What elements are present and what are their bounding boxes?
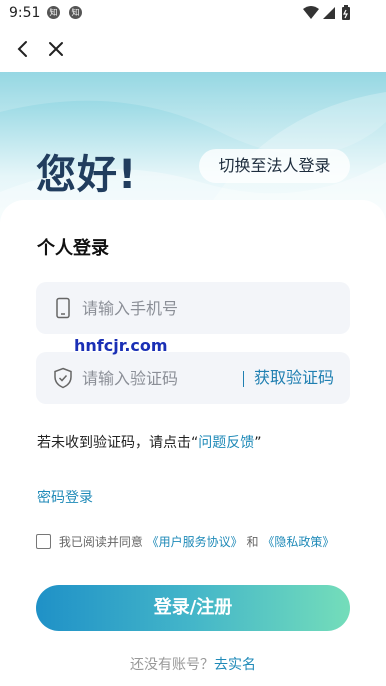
close-button[interactable]	[44, 37, 68, 61]
watermark: hnfcjr.com	[74, 336, 168, 355]
status-bar: 9:51 知 知	[0, 0, 386, 26]
notification-icon: 知	[69, 6, 82, 19]
code-field: 获取验证码	[36, 352, 350, 404]
privacy-policy-link[interactable]: 《隐私政策》	[262, 535, 334, 549]
code-input[interactable]	[80, 352, 262, 404]
phone-field	[36, 282, 350, 334]
register-prompt: 还没有账号？	[130, 657, 214, 673]
hint-suffix: ”	[254, 435, 262, 451]
notification-icon: 知	[47, 6, 60, 19]
get-code-button[interactable]: 获取验证码	[242, 352, 334, 404]
divider	[242, 370, 244, 387]
phone-input[interactable]	[80, 282, 262, 334]
agreement-row: 我已阅读并同意 《用户服务协议》 和 《隐私政策》	[36, 533, 334, 550]
status-icons	[302, 5, 356, 25]
close-icon	[49, 42, 63, 56]
wifi-icon	[303, 5, 350, 20]
verify-identity-link[interactable]: 去实名	[214, 657, 256, 673]
register-row: 还没有账号？去实名	[0, 654, 386, 674]
feedback-link[interactable]: 问题反馈	[198, 435, 254, 451]
hint-text: 若未收到验证码，请点击“	[37, 435, 199, 451]
agree-text: 我已阅读并同意	[58, 535, 143, 549]
agree-checkbox[interactable]	[36, 534, 51, 549]
shield-check-icon	[54, 367, 72, 389]
greeting-title: 您好!	[36, 152, 138, 198]
login-card: 个人登录 获取验证码 hnfcjr.com 若未收到验证码，请点击“问题反馈” …	[0, 200, 386, 686]
and-text: 和	[246, 535, 259, 549]
phone-icon	[56, 297, 70, 319]
nav-bar	[0, 26, 386, 72]
back-button[interactable]	[11, 37, 35, 61]
login-register-button[interactable]: 登录/注册	[36, 585, 350, 631]
user-agreement-link[interactable]: 《用户服务协议》	[147, 535, 243, 549]
password-login-link[interactable]: 密码登录	[37, 487, 93, 507]
feedback-hint: 若未收到验证码，请点击“问题反馈”	[37, 432, 262, 452]
back-arrow-icon	[17, 41, 27, 57]
switch-to-corporate-button[interactable]: 切换至法人登录	[199, 149, 350, 183]
get-code-label: 获取验证码	[253, 368, 334, 387]
section-title: 个人登录	[37, 238, 109, 259]
status-time: 9:51	[9, 5, 41, 21]
